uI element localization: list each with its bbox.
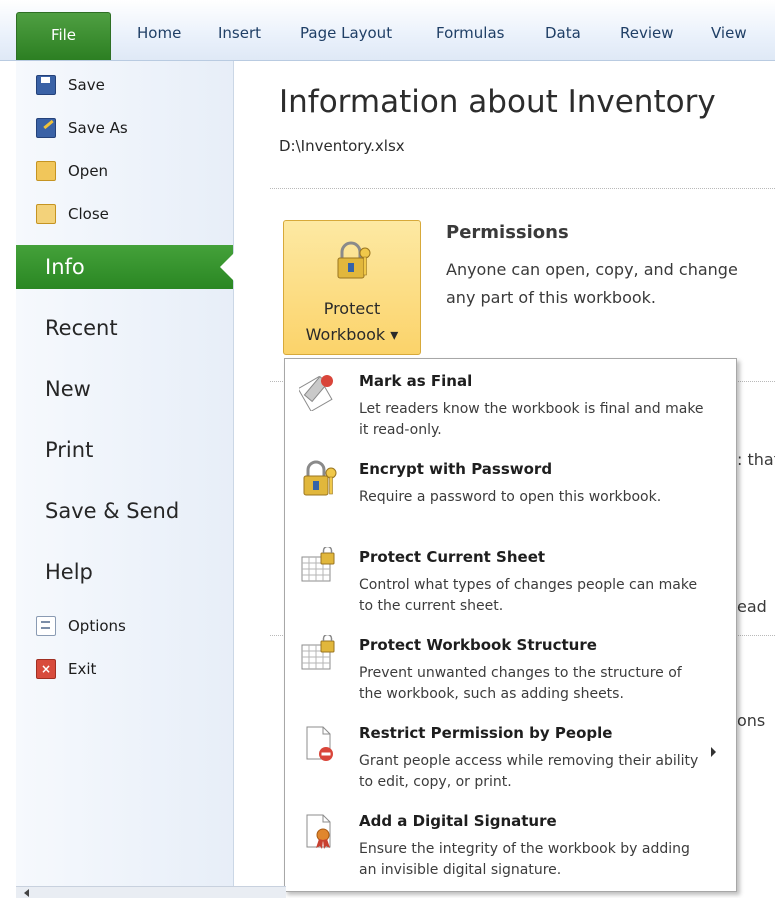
menu-item-title: Protect Workbook Structure (359, 636, 597, 654)
section-divider (270, 188, 775, 189)
tab-view[interactable]: View (711, 24, 747, 42)
nav-exit[interactable]: × Exit (36, 656, 96, 682)
nav-options[interactable]: Options (36, 613, 126, 639)
tab-home[interactable]: Home (137, 24, 181, 42)
menu-item-description: Let readers know the workbook is final a… (359, 401, 704, 438)
page-title: Information about Inventory (279, 84, 716, 120)
file-path[interactable]: D:\Inventory.xlsx (279, 137, 405, 155)
close-folder-icon (36, 204, 56, 224)
nav-print[interactable]: Print (16, 428, 233, 472)
menu-item-description: Require a password to open this workbook… (359, 489, 662, 505)
save-as-icon (36, 118, 56, 138)
menu-item-restrict-permission-by-people[interactable]: Restrict Permission by People Grant peop… (285, 711, 736, 799)
nav-open-label: Open (68, 162, 109, 180)
options-icon (36, 616, 56, 636)
nav-open[interactable]: Open (36, 158, 108, 184)
encrypt-lock-icon (303, 460, 337, 496)
protect-workbook-menu: Mark as Final Let readers know the workb… (284, 358, 737, 892)
menu-item-title: Encrypt with Password (359, 460, 553, 478)
restrict-permission-icon (306, 726, 333, 761)
protect-button-label-2: Workbook ▾ (305, 325, 399, 344)
permissions-description: Anyone can open, copy, and change any pa… (446, 256, 775, 312)
mark-final-icon (299, 375, 333, 411)
submenu-arrow-icon (711, 747, 716, 757)
nav-help[interactable]: Help (16, 550, 233, 594)
lock-key-icon (337, 241, 371, 279)
menu-item-description: Ensure the integrity of the workbook by … (359, 841, 690, 878)
menu-item-title: Restrict Permission by People (359, 724, 613, 742)
protect-button-label-1: Protect (323, 299, 381, 318)
menu-item-add-digital-signature[interactable]: Add a Digital Signature Ensure the integ… (285, 799, 736, 887)
exit-icon: × (36, 659, 56, 679)
permissions-title: Permissions (446, 222, 569, 243)
tab-data[interactable]: Data (545, 24, 581, 42)
protect-sheet-icon (301, 547, 335, 582)
scroll-left-icon[interactable] (24, 889, 29, 897)
tab-insert[interactable]: Insert (218, 24, 261, 42)
tab-file[interactable]: File (16, 12, 111, 60)
menu-item-encrypt-with-password[interactable]: Encrypt with Password Require a password… (285, 447, 736, 535)
nav-save-and-send[interactable]: Save & Send (16, 489, 233, 533)
nav-save-as[interactable]: Save As (36, 115, 128, 141)
nav-save-label: Save (68, 76, 105, 94)
open-folder-icon (36, 161, 56, 181)
menu-item-description: Prevent unwanted changes to the structur… (359, 665, 682, 702)
permissions-desc-line-1: Anyone can open, copy, and change (446, 260, 738, 279)
menu-item-description: Control what types of changes people can… (359, 577, 698, 614)
backstage-nav: Save Save As Open Close Info Recent New … (16, 61, 234, 886)
nav-save-as-label: Save As (68, 119, 128, 137)
menu-item-mark-as-final[interactable]: Mark as Final Let readers know the workb… (285, 359, 736, 447)
ribbon-tab-bar: File Home Insert Page Layout Formulas Da… (0, 0, 775, 61)
obscured-text-fragment: ead (737, 597, 767, 616)
nav-recent[interactable]: Recent (16, 306, 233, 350)
tab-review[interactable]: Review (620, 24, 674, 42)
menu-item-title: Mark as Final (359, 372, 473, 390)
menu-item-protect-workbook-structure[interactable]: Protect Workbook Structure Prevent unwan… (285, 623, 736, 711)
nav-info[interactable]: Info (16, 245, 234, 289)
permissions-desc-line-2: any part of this workbook. (446, 288, 656, 307)
save-icon (36, 75, 56, 95)
nav-close[interactable]: Close (36, 201, 109, 227)
protect-workbook-button[interactable]: Protect Workbook ▾ (283, 220, 421, 355)
nav-save[interactable]: Save (36, 72, 105, 98)
obscured-text-fragment: ons (737, 711, 766, 730)
menu-item-title: Protect Current Sheet (359, 548, 546, 566)
protect-structure-icon (301, 635, 335, 670)
horizontal-scrollbar[interactable] (16, 886, 286, 898)
menu-item-title: Add a Digital Signature (359, 812, 557, 830)
nav-close-label: Close (68, 205, 109, 223)
menu-item-protect-current-sheet[interactable]: Protect Current Sheet Control what types… (285, 535, 736, 623)
tab-formulas[interactable]: Formulas (436, 24, 504, 42)
tab-page-layout[interactable]: Page Layout (300, 24, 392, 42)
nav-options-label: Options (68, 617, 126, 635)
obscured-text-fragment: : that (737, 450, 775, 469)
nav-new[interactable]: New (16, 367, 233, 411)
digital-signature-icon (306, 814, 331, 849)
menu-item-description: Grant people access while removing their… (359, 753, 699, 790)
nav-exit-label: Exit (68, 660, 97, 678)
